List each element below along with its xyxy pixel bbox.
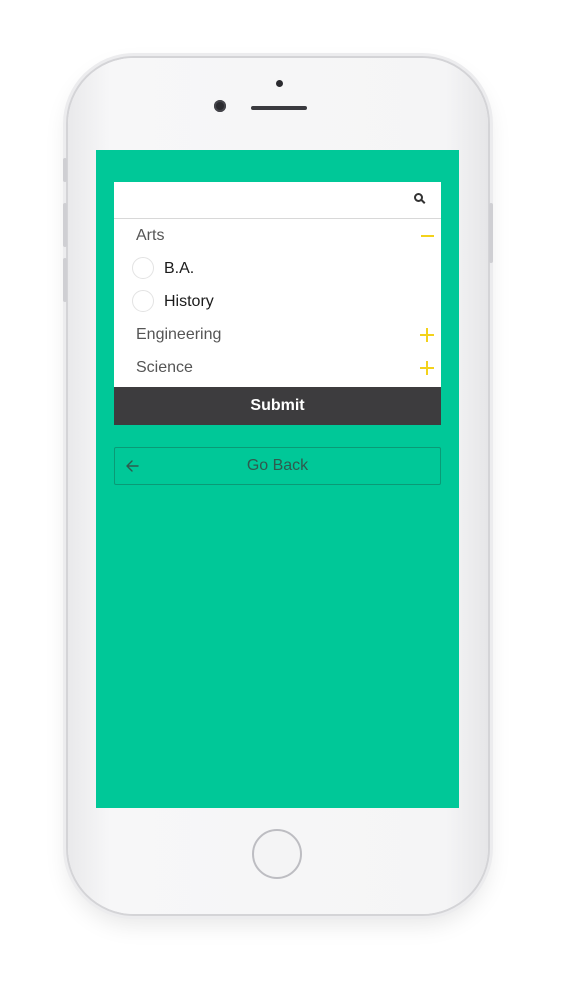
- category-tree: Arts B.A. History Engineering Science: [114, 219, 441, 384]
- selection-panel: Arts B.A. History Engineering Science Su…: [114, 182, 441, 425]
- power-button: [489, 203, 493, 263]
- volume-up-button: [63, 203, 67, 247]
- go-back-button[interactable]: Go Back: [114, 447, 441, 485]
- option-radio[interactable]: [132, 290, 154, 312]
- minus-icon-bar: [421, 235, 434, 237]
- search-input[interactable]: [122, 188, 406, 214]
- stage: Arts B.A. History Engineering Science Su…: [0, 0, 563, 1000]
- option-label: B.A.: [164, 260, 195, 277]
- home-button[interactable]: [252, 829, 302, 879]
- search-icon[interactable]: [414, 193, 423, 202]
- search-bar: [114, 182, 441, 219]
- proximity-sensor: [276, 80, 283, 87]
- app-screen: Arts B.A. History Engineering Science Su…: [96, 150, 459, 808]
- plus-icon-vertical: [426, 361, 428, 375]
- category-row-arts[interactable]: Arts: [114, 219, 441, 252]
- category-label: Science: [136, 359, 193, 376]
- volume-down-button: [63, 258, 67, 302]
- earpiece-speaker: [251, 106, 307, 110]
- option-radio[interactable]: [132, 257, 154, 279]
- plus-icon-vertical: [426, 328, 428, 342]
- submit-button[interactable]: Submit: [114, 387, 441, 425]
- category-label: Arts: [136, 227, 165, 244]
- option-row-history[interactable]: History: [114, 285, 441, 318]
- front-camera-icon: [214, 100, 226, 112]
- option-label: History: [164, 293, 214, 310]
- option-row-ba[interactable]: B.A.: [114, 252, 441, 285]
- category-row-engineering[interactable]: Engineering: [114, 318, 441, 351]
- category-row-science[interactable]: Science: [114, 351, 441, 384]
- go-back-label: Go Back: [246, 457, 309, 474]
- category-label: Engineering: [136, 326, 222, 343]
- mute-switch: [63, 158, 67, 182]
